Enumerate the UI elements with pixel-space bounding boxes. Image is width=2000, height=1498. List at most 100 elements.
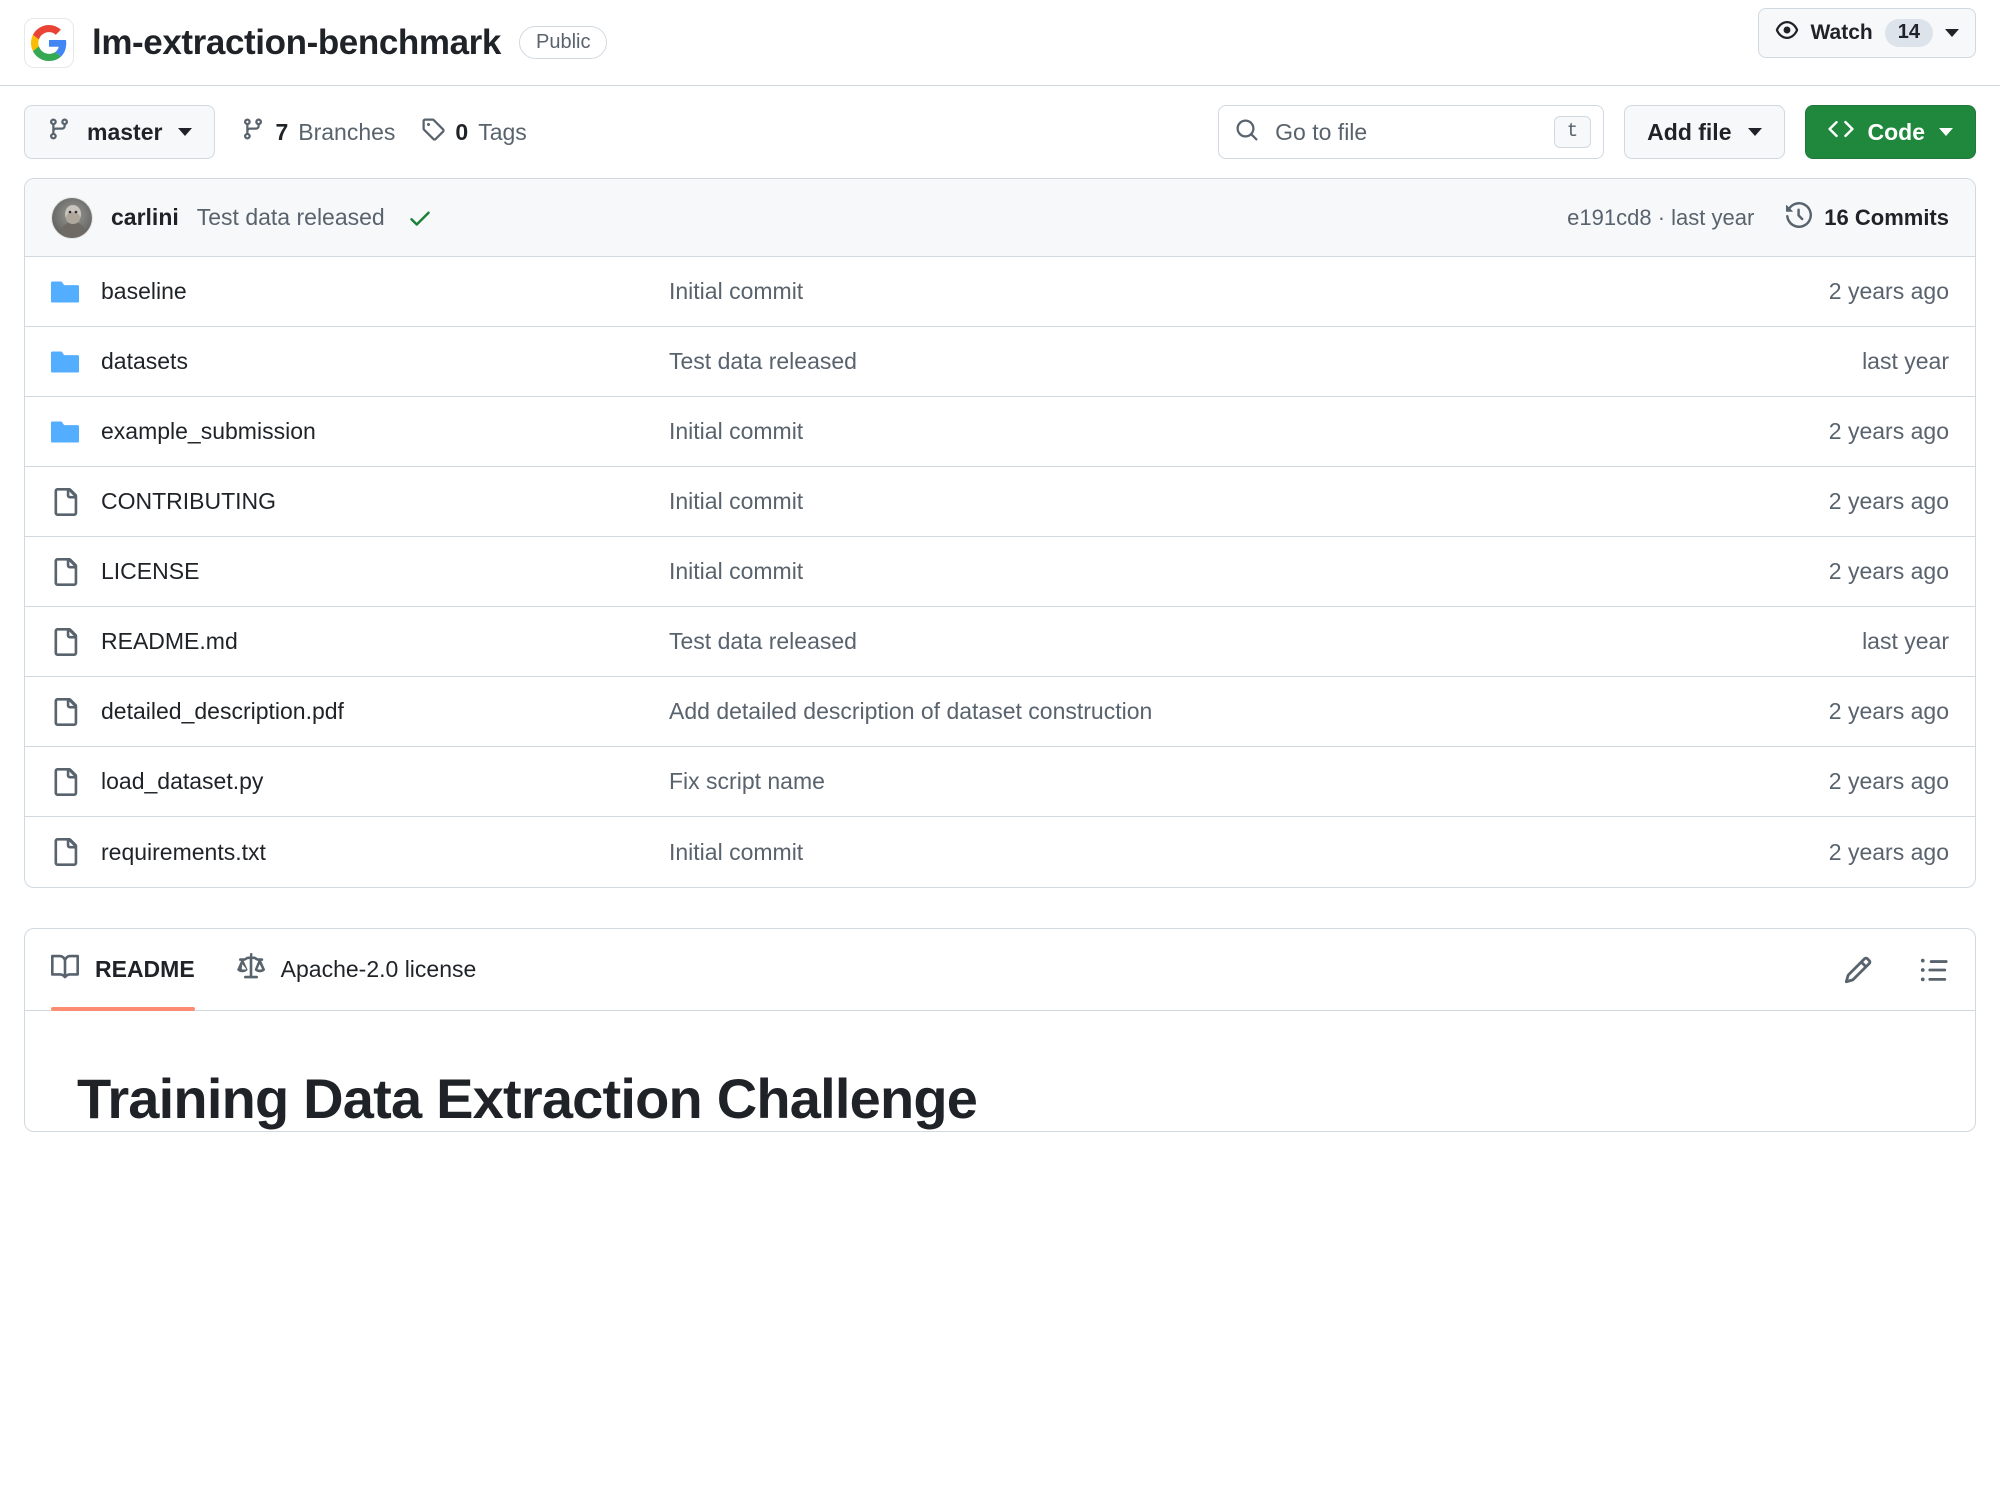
branch-icon: [47, 117, 71, 147]
table-row: load_dataset.py Fix script name 2 years ag…: [25, 747, 1975, 817]
commits-count-label: 16 Commits: [1824, 204, 1949, 230]
watch-button[interactable]: Watch 14: [1757, 8, 1976, 58]
file-icon: [51, 627, 79, 656]
file-commit-message[interactable]: Initial commit: [669, 558, 1709, 585]
file-commit-message[interactable]: Initial commit: [669, 278, 1709, 305]
chevron-down-icon: [1939, 128, 1953, 136]
visibility-badge: Public: [518, 26, 608, 59]
file-commit-age: 2 years ago: [1828, 838, 1949, 865]
folder-icon: [51, 348, 79, 376]
file-link[interactable]: datasets: [101, 348, 188, 375]
add-file-button[interactable]: Add file: [1624, 105, 1785, 159]
repo-identity: lm-extraction-benchmark Public: [24, 17, 608, 68]
watch-label: Watch: [1810, 21, 1873, 44]
repo-name[interactable]: lm-extraction-benchmark: [92, 25, 501, 60]
commit-message[interactable]: Test data released: [197, 204, 385, 231]
readme-content: Training Data Extraction Challenge: [25, 1011, 1975, 1131]
file-commit-message[interactable]: Add detailed description of dataset cons…: [669, 698, 1709, 725]
file-link[interactable]: example_submission: [101, 418, 316, 445]
file-list: baseline Initial commit 2 years ago dataset…: [25, 257, 1975, 887]
file-commit-message[interactable]: Initial commit: [669, 418, 1709, 445]
file-name-cell: datasets: [51, 348, 669, 376]
go-to-file-search[interactable]: t: [1218, 105, 1605, 159]
tab-readme-label: README: [95, 956, 195, 982]
chevron-down-icon: [178, 128, 193, 136]
file-link[interactable]: README.md: [101, 628, 238, 655]
file-commit-age: 2 years ago: [1828, 418, 1949, 444]
code-button[interactable]: Code: [1804, 105, 1976, 159]
file-link[interactable]: CONTRIBUTING: [101, 488, 276, 515]
tag-icon: [421, 117, 446, 147]
commit-author[interactable]: carlini: [111, 204, 179, 231]
file-commit-age: 2 years ago: [1828, 278, 1949, 304]
google-logo-icon: [24, 17, 74, 68]
commits-count-link[interactable]: 16 Commits: [1786, 201, 1949, 234]
file-commit-message[interactable]: Initial commit: [669, 488, 1709, 515]
branches-link[interactable]: 7 Branches: [241, 117, 395, 147]
toolbar-actions: t Add file Code: [1218, 105, 1976, 159]
file-icon: [51, 487, 79, 516]
file-link[interactable]: LICENSE: [101, 558, 199, 585]
branch-name: master: [87, 118, 163, 145]
file-table-panel: carlini Test data released e191cd8 · las…: [24, 178, 1976, 888]
file-name-cell: CONTRIBUTING: [51, 487, 669, 516]
latest-commit-bar: carlini Test data released e191cd8 · las…: [25, 179, 1975, 257]
branches-label: Branches: [298, 118, 396, 145]
file-commit-message[interactable]: Fix script name: [669, 768, 1709, 795]
file-link[interactable]: load_dataset.py: [101, 768, 263, 795]
branches-count: 7: [275, 118, 289, 145]
file-commit-age: 2 years ago: [1828, 558, 1949, 584]
readme-tool-buttons: [1843, 955, 1949, 985]
repo-header: lm-extraction-benchmark Public Watch 14: [0, 0, 2000, 86]
check-icon[interactable]: [407, 205, 433, 231]
file-commit-age: last year: [1862, 348, 1949, 374]
file-commit-message[interactable]: Test data released: [669, 628, 1709, 655]
table-row: requirements.txt Initial commit 2 years ag…: [25, 817, 1975, 887]
file-name-cell: load_dataset.py: [51, 767, 669, 796]
code-label: Code: [1867, 118, 1926, 145]
file-icon: [51, 697, 79, 726]
table-row: example_submission Initial commit 2 years …: [25, 397, 1975, 467]
search-shortcut-key: t: [1553, 116, 1592, 148]
commit-meta: e191cd8 · last year 16 Commits: [1567, 201, 1949, 234]
table-row: baseline Initial commit 2 years ago: [25, 257, 1975, 327]
file-name-cell: detailed_description.pdf: [51, 697, 669, 726]
readme-heading: Training Data Extraction Challenge: [77, 1067, 978, 1130]
tags-count: 0: [455, 118, 469, 145]
branch-selector-button[interactable]: master: [24, 105, 216, 159]
table-row: README.md Test data released last year: [25, 607, 1975, 677]
file-name-cell: LICENSE: [51, 557, 669, 586]
watch-count: 14: [1884, 19, 1933, 47]
search-input[interactable]: [1273, 117, 1588, 147]
tab-license-label: Apache-2.0 license: [280, 956, 477, 982]
tab-readme[interactable]: README: [51, 929, 195, 1011]
file-link[interactable]: requirements.txt: [101, 839, 266, 866]
eye-icon: [1775, 18, 1799, 48]
file-link[interactable]: detailed_description.pdf: [101, 698, 344, 725]
code-brackets-icon: [1827, 116, 1854, 148]
file-name-cell: requirements.txt: [51, 838, 669, 866]
file-name-cell: baseline: [51, 278, 669, 306]
file-commit-message[interactable]: Test data released: [669, 348, 1709, 375]
file-commit-age: 2 years ago: [1828, 768, 1949, 794]
file-name-cell: README.md: [51, 627, 669, 656]
edit-pencil-icon[interactable]: [1843, 955, 1873, 985]
outline-list-icon[interactable]: [1919, 955, 1949, 985]
tab-license[interactable]: Apache-2.0 license: [236, 929, 477, 1010]
file-link[interactable]: baseline: [101, 278, 187, 305]
tags-link[interactable]: 0 Tags: [421, 117, 527, 147]
header-actions: Watch 14: [1757, 8, 1976, 58]
tags-label: Tags: [478, 118, 527, 145]
chevron-down-icon: [1747, 128, 1762, 136]
avatar[interactable]: [51, 196, 93, 239]
file-commit-age: 2 years ago: [1828, 488, 1949, 514]
file-commit-message[interactable]: Initial commit: [669, 839, 1709, 866]
branch-icon: [241, 117, 265, 147]
table-row: datasets Test data released last year: [25, 327, 1975, 397]
commit-sha-and-date[interactable]: e191cd8 · last year: [1567, 205, 1754, 231]
file-icon: [51, 767, 79, 796]
chevron-down-icon[interactable]: [1945, 29, 1959, 37]
search-icon: [1235, 118, 1259, 147]
history-icon: [1786, 201, 1813, 234]
table-row: detailed_description.pdf Add detailed des…: [25, 677, 1975, 747]
